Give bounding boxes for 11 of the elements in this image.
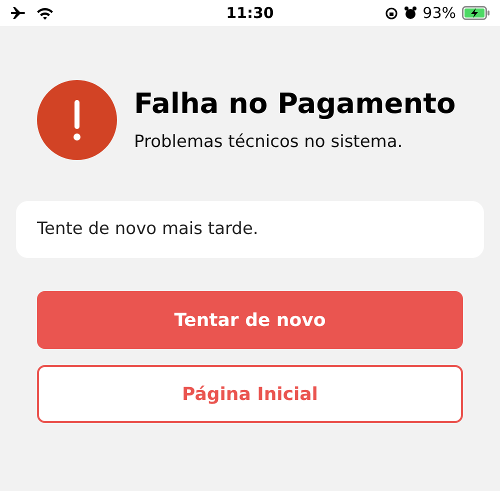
airplane-icon	[10, 6, 26, 20]
home-button[interactable]: Página Inicial	[37, 365, 463, 423]
battery-percentage: 93%	[422, 2, 456, 24]
alert-subtitle: Problemas técnicos no sistema.	[134, 134, 404, 150]
message-text: Tente de novo mais tarde.	[37, 218, 258, 241]
status-time: 11:30	[226, 2, 274, 24]
battery-charging-icon	[462, 6, 490, 20]
alert-title: Falha no Pagamento	[134, 90, 456, 118]
retry-button[interactable]: Tentar de novo	[37, 291, 463, 349]
warning-icon	[37, 80, 117, 160]
wifi-icon	[36, 6, 54, 20]
